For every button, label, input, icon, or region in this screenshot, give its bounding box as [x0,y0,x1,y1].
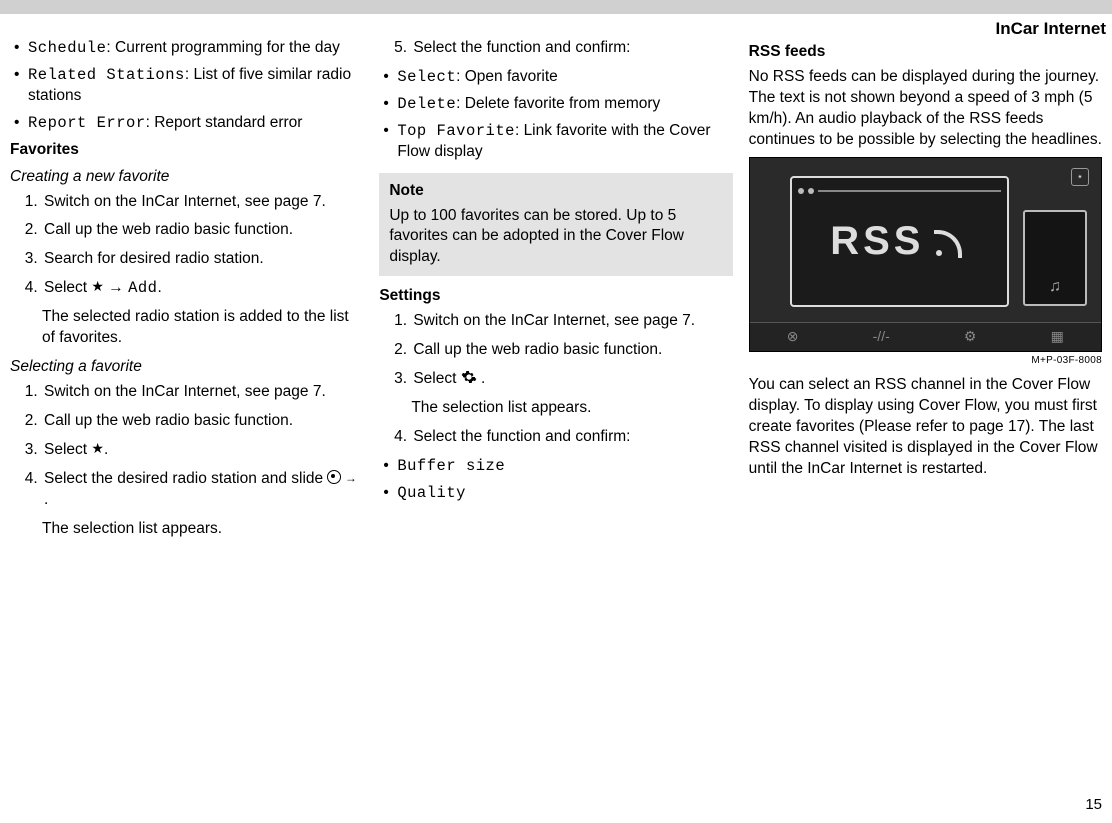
menu-options-list: Schedule: Current programming for the da… [10,38,363,134]
option-name: Buffer size [397,457,505,475]
music-icon: ♫ [1049,276,1061,298]
step-item: Select the desired radio station and sli… [42,469,363,511]
step-text: . [157,279,161,296]
option-name: Related Stations [28,66,185,84]
option-desc: : Report standard error [146,114,303,131]
figure-toolbar: ⊗ -//- ⚙ ▦ [750,322,1101,351]
favorite-actions-list: Select: Open favorite Delete: Delete fav… [379,67,732,163]
settings-steps: Switch on the InCar Internet, see page 7… [379,311,732,390]
step-text: Select [44,441,91,458]
option-name: Top Favorite [397,122,515,140]
column-right: RSS feeds No RSS feeds can be displayed … [749,36,1102,548]
column-middle: Select the function and confirm: Select:… [379,36,732,548]
rss-paragraph-2: You can select an RSS channel in the Cov… [749,375,1102,480]
gear-icon: ⚙ [964,327,977,346]
star-icon: ★ [91,440,104,456]
add-option: Add [128,279,157,297]
step-item: Search for desired radio station. [42,249,363,270]
rss-logo: RSS [830,214,968,268]
option-name: Schedule [28,39,106,57]
step-item: Call up the web radio basic function. [42,220,363,241]
option-name: Select [397,68,456,86]
list-item: Delete: Delete favorite from memory [379,94,732,115]
settings-steps-cont: Select the function and confirm: [379,427,732,448]
step-item: Switch on the InCar Internet, see page 7… [42,192,363,213]
settings-heading: Settings [379,286,732,307]
step-text: Select [413,370,460,387]
continued-steps: Select the function and confirm: [379,38,732,59]
step-text: Select [44,279,91,296]
list-item: Select: Open favorite [379,67,732,88]
step-text: . [104,441,108,458]
note-box: Note Up to 100 favorites can be stored. … [379,173,732,277]
arrow-right-icon: → [341,471,356,485]
favorites-heading: Favorites [10,140,363,161]
page-number: 15 [1085,795,1102,815]
list-item: Report Error: Report standard error [10,113,363,134]
selecting-favorite-heading: Selecting a favorite [10,357,363,378]
rss-paragraph-1: No RSS feeds can be displayed during the… [749,67,1102,151]
list-icon: ▦ [1051,327,1064,346]
star-icon: ★ [91,278,104,294]
step-item: Select the function and confirm: [411,427,732,448]
rss-screenshot-figure: ⋆ RSS ♫ ⊗ -//- ⚙ ▦ [749,157,1102,352]
step-item: Select . [411,369,732,390]
step-result: The selected radio station is added to t… [42,307,363,349]
option-desc: : Delete favorite from memory [456,95,660,112]
note-body: Up to 100 favorites can be stored. Up to… [389,206,722,269]
step-item: Switch on the InCar Internet, see page 7… [42,382,363,403]
step-item: Select the function and confirm: [411,38,732,59]
step-text: . [481,370,485,387]
step-item: Select ★ → Add. [42,278,363,299]
option-desc: : Current programming for the day [106,39,339,56]
creating-steps: Switch on the InCar Internet, see page 7… [10,192,363,300]
step-item: Switch on the InCar Internet, see page 7… [411,311,732,332]
list-item: Top Favorite: Link favorite with the Cov… [379,121,732,163]
selecting-steps: Switch on the InCar Internet, see page 7… [10,382,363,511]
step-text: . [44,491,48,508]
figure-reference: M+P-03F-8008 [749,354,1102,368]
column-left: Schedule: Current programming for the da… [10,36,363,548]
rss-text: RSS [830,214,924,268]
option-desc: : Open favorite [456,68,558,85]
option-name: Report Error [28,114,146,132]
step-item: Select ★. [42,440,363,461]
gear-icon [461,369,477,385]
disconnect-icon: -//- [873,327,890,346]
step-text: Select the desired radio station and sli… [44,470,327,487]
list-item: Quality [379,483,732,504]
step-result: The selection list appears. [42,519,363,540]
content-columns: Schedule: Current programming for the da… [10,36,1102,548]
coverflow-thumbnail: ♫ [1023,210,1087,306]
step-item: Call up the web radio basic function. [42,411,363,432]
step-result: The selection list appears. [411,398,732,419]
creating-favorite-heading: Creating a new favorite [10,167,363,188]
step-item: Call up the web radio basic function. [411,340,732,361]
arrow-icon: → [108,279,128,296]
rss-icon [934,224,968,258]
dot-icon [808,188,814,194]
rss-window: RSS [790,176,1009,307]
option-name: Quality [397,484,466,502]
note-title: Note [389,181,722,202]
bluetooth-icon: ⋆ [1071,168,1089,186]
list-item: Buffer size [379,456,732,477]
close-icon: ⊗ [787,327,799,346]
dot-icon [798,188,804,194]
top-gray-bar [0,0,1112,14]
list-item: Schedule: Current programming for the da… [10,38,363,59]
rss-heading: RSS feeds [749,42,1102,63]
settings-options-list: Buffer size Quality [379,456,732,504]
line-icon [818,190,1001,192]
window-header-icons [798,184,1001,198]
option-name: Delete [397,95,456,113]
controller-icon [327,470,341,484]
list-item: Related Stations: List of five similar r… [10,65,363,107]
